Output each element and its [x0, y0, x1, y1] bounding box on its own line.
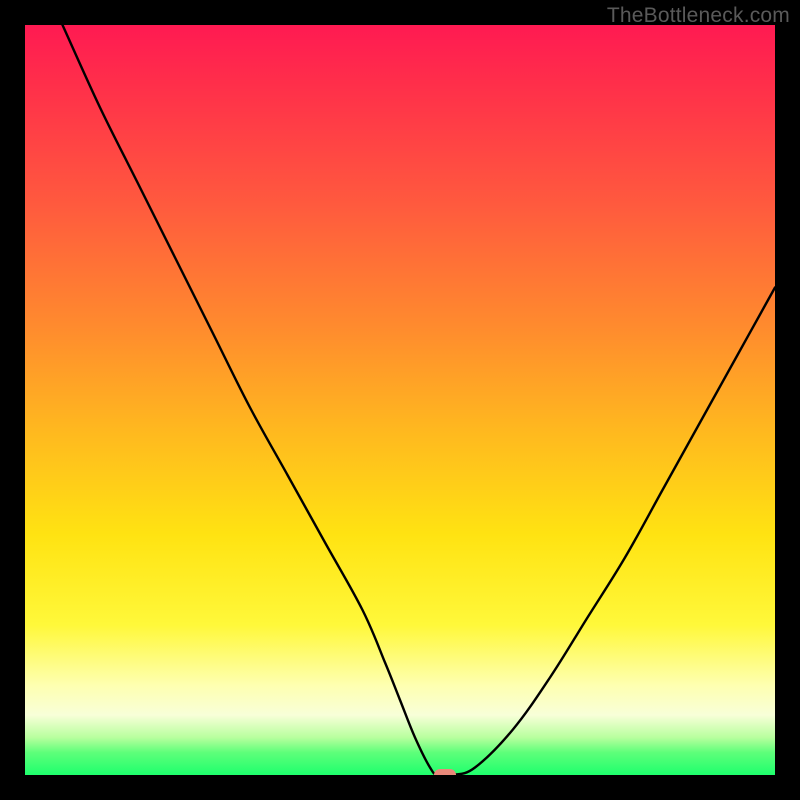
- bottleneck-curve: [25, 25, 775, 775]
- plot-area: [25, 25, 775, 775]
- watermark-text: TheBottleneck.com: [607, 4, 790, 28]
- optimal-marker: [434, 769, 456, 775]
- chart-container: TheBottleneck.com: [0, 0, 800, 800]
